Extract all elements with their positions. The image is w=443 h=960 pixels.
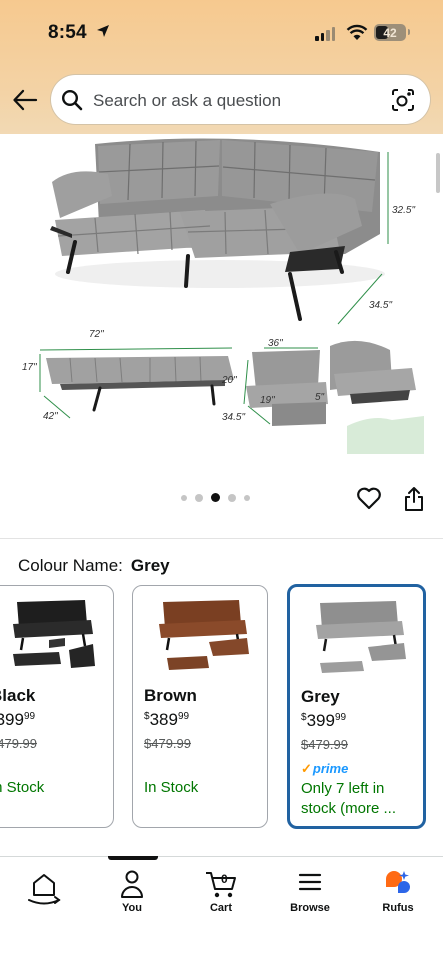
dimension-chair-depth: 34.5" — [222, 412, 246, 423]
nav-rufus[interactable]: Rufus — [358, 857, 438, 937]
carousel-dot-active[interactable] — [211, 493, 220, 502]
status-bar: 8:54 42 — [0, 0, 443, 62]
product-page: 8:54 42 Search or ask a question 32.5" 3… — [0, 0, 443, 960]
wifi-icon — [346, 24, 368, 40]
black-sofa-thumbnail — [13, 600, 95, 668]
variant-price: $39999 — [0, 710, 36, 729]
nav-home[interactable] — [4, 857, 84, 937]
variant-name: Brown — [144, 686, 197, 705]
camera-lens-icon[interactable] — [390, 87, 416, 113]
person-icon — [121, 870, 143, 898]
dimension-bed-length: 72" — [89, 329, 104, 340]
variant-list-price: $479.99 — [0, 736, 37, 751]
variant-name: Black — [0, 686, 36, 705]
dimension-chair-height: 20" — [222, 375, 237, 386]
menu-icon — [298, 873, 322, 891]
dimension-height: 32.5" — [392, 205, 416, 216]
cart-count: 0 — [221, 872, 228, 886]
prime-badge: ✓prime — [301, 761, 349, 776]
nav-browse[interactable]: Browse — [270, 857, 350, 937]
dimension-cushion: 5" — [315, 392, 325, 403]
search-bar[interactable]: Search or ask a question — [51, 75, 430, 124]
share-icon[interactable] — [403, 486, 425, 512]
back-arrow-icon[interactable] — [12, 88, 38, 112]
variant-price: $39999 — [301, 711, 347, 730]
signal-icon — [315, 27, 335, 41]
carousel-dot[interactable] — [244, 494, 250, 501]
dimension-chair-width: 36" — [268, 338, 283, 349]
nav-label: Browse — [290, 902, 330, 914]
search-input[interactable]: Search or ask a question — [93, 91, 281, 111]
battery-icon: 42 — [374, 24, 410, 41]
variant-stock: Only 7 left in stock (more ... — [301, 780, 397, 817]
section-divider — [0, 538, 443, 539]
carousel-dot[interactable] — [181, 494, 187, 501]
dimension-depth: 34.5" — [369, 300, 393, 311]
colour-label: Colour Name: — [18, 556, 123, 575]
variant-list-price: $479.99 — [144, 736, 191, 751]
carousel-dot[interactable] — [195, 493, 203, 502]
variant-stock: In Stock — [0, 779, 45, 796]
dimension-bed-width: 42" — [43, 411, 58, 422]
carousel-dots — [181, 493, 250, 502]
search-icon — [61, 89, 83, 111]
nav-active-indicator — [108, 856, 158, 860]
header: 8:54 42 Search or ask a question — [0, 0, 443, 134]
dimension-seat-height: 19" — [260, 395, 275, 406]
product-image-carousel[interactable]: 32.5" 34.5" 72" 17" 42" 36" 20" 34.5" 19… — [0, 134, 443, 474]
variant-list-price: $479.99 — [301, 737, 348, 752]
bottom-nav: You 0 Cart Browse Rufus — [0, 856, 443, 960]
carousel-dot[interactable] — [228, 493, 236, 502]
nav-label: Cart — [209, 902, 232, 914]
variant-card-grey[interactable]: Grey $39999 $479.99 ✓prime Only 7 left i… — [287, 584, 426, 829]
variant-name: Grey — [301, 687, 340, 706]
variant-card-brown[interactable]: Brown $38999 $479.99 In Stock — [132, 585, 268, 828]
variant-card-black[interactable]: Black $39999 $479.99 In Stock — [0, 585, 114, 828]
battery-level: 42 — [383, 25, 397, 40]
home-icon — [28, 874, 61, 905]
grey-sofa-thumbnail — [316, 601, 406, 673]
rufus-icon — [386, 871, 410, 893]
dimension-bed-height: 17" — [22, 362, 37, 373]
prime-check-icon: ✓ — [301, 761, 312, 776]
cart-icon: 0 — [206, 872, 236, 898]
nav-you[interactable]: You — [92, 857, 172, 937]
colour-value: Grey — [130, 556, 170, 575]
location-arrow-icon — [97, 25, 109, 37]
colour-selector-heading: Colour Name: Grey — [18, 556, 170, 576]
variant-price: $38999 — [144, 710, 190, 729]
nav-label: You — [122, 902, 142, 914]
nav-label: Rufus — [382, 902, 414, 914]
status-time: 8:54 — [48, 22, 87, 43]
heart-icon[interactable] — [356, 486, 382, 510]
nav-cart[interactable]: 0 Cart — [181, 857, 261, 937]
brown-sofa-thumbnail — [159, 600, 249, 670]
scroll-indicator[interactable] — [436, 153, 440, 193]
variant-stock: In Stock — [144, 779, 199, 796]
